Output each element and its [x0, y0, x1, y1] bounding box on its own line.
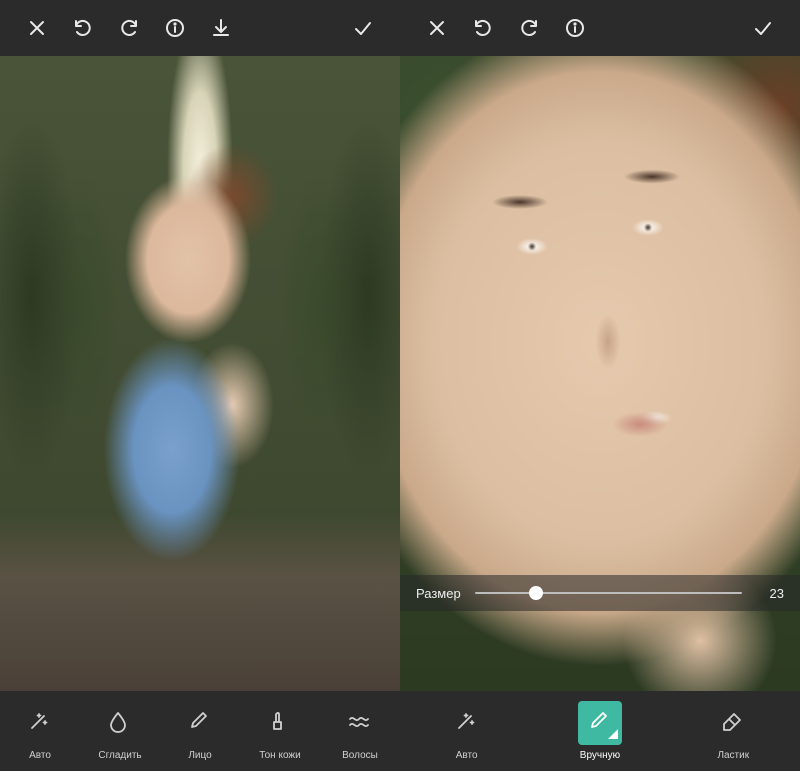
check-icon [352, 17, 374, 39]
tool-bottombar: Авто Сгладить Лицо Тон кожи Волосы [0, 691, 400, 771]
top-toolbar [400, 0, 800, 56]
close-button[interactable] [14, 5, 60, 51]
tool-hair[interactable]: Волосы [320, 691, 400, 771]
info-icon [564, 17, 586, 39]
close-icon [26, 17, 48, 39]
tool-label: Авто [29, 750, 51, 761]
sparkle-wand-icon [27, 710, 53, 736]
editor-pane-left: Авто Сгладить Лицо Тон кожи Волосы [0, 0, 400, 771]
info-button[interactable] [152, 5, 198, 51]
brush-size-bar: Размер 23 [400, 575, 800, 611]
tool-eraser[interactable]: Ластик [667, 691, 800, 771]
sparkle-wand-icon [454, 710, 480, 736]
info-icon [164, 17, 186, 39]
brush-size-slider[interactable] [475, 592, 742, 594]
tool-face[interactable]: Лицо [160, 691, 240, 771]
confirm-button[interactable] [340, 5, 386, 51]
download-button[interactable] [198, 5, 244, 51]
wave-icon [347, 710, 373, 736]
editor-pane-right: Размер 23 Авто Вручную Ластик [400, 0, 800, 771]
tool-auto[interactable]: Авто [400, 691, 533, 771]
lipstick-icon [267, 710, 293, 736]
image-canvas[interactable]: Размер 23 [400, 56, 800, 691]
download-icon [210, 17, 232, 39]
tool-label: Волосы [342, 750, 378, 761]
tool-manual[interactable]: Вручную [533, 691, 666, 771]
submenu-indicator-icon [608, 729, 618, 739]
tool-label: Сгладить [98, 750, 141, 761]
image-canvas[interactable] [0, 56, 400, 691]
tool-label: Авто [456, 750, 478, 761]
tool-skintone[interactable]: Тон кожи [240, 691, 320, 771]
close-icon [426, 17, 448, 39]
undo-icon [472, 17, 494, 39]
confirm-button[interactable] [740, 5, 786, 51]
brush-icon [187, 710, 213, 736]
tool-label: Тон кожи [259, 750, 300, 761]
tool-label: Лицо [188, 750, 211, 761]
redo-button[interactable] [506, 5, 552, 51]
redo-button[interactable] [106, 5, 152, 51]
info-button[interactable] [552, 5, 598, 51]
tool-bottombar: Авто Вручную Ластик [400, 691, 800, 771]
undo-icon [72, 17, 94, 39]
undo-button[interactable] [60, 5, 106, 51]
tool-label: Вручную [580, 750, 620, 761]
redo-icon [118, 17, 140, 39]
tool-smooth[interactable]: Сгладить [80, 691, 160, 771]
undo-button[interactable] [460, 5, 506, 51]
check-icon [752, 17, 774, 39]
redo-icon [518, 17, 540, 39]
slider-value: 23 [756, 586, 784, 601]
tool-auto[interactable]: Авто [0, 691, 80, 771]
photo-preview [0, 56, 400, 691]
drop-icon [107, 710, 133, 736]
eraser-icon [720, 710, 746, 736]
top-toolbar [0, 0, 400, 56]
slider-label: Размер [416, 586, 461, 601]
tool-label: Ластик [717, 750, 749, 761]
close-button[interactable] [414, 5, 460, 51]
slider-knob[interactable] [529, 586, 543, 600]
